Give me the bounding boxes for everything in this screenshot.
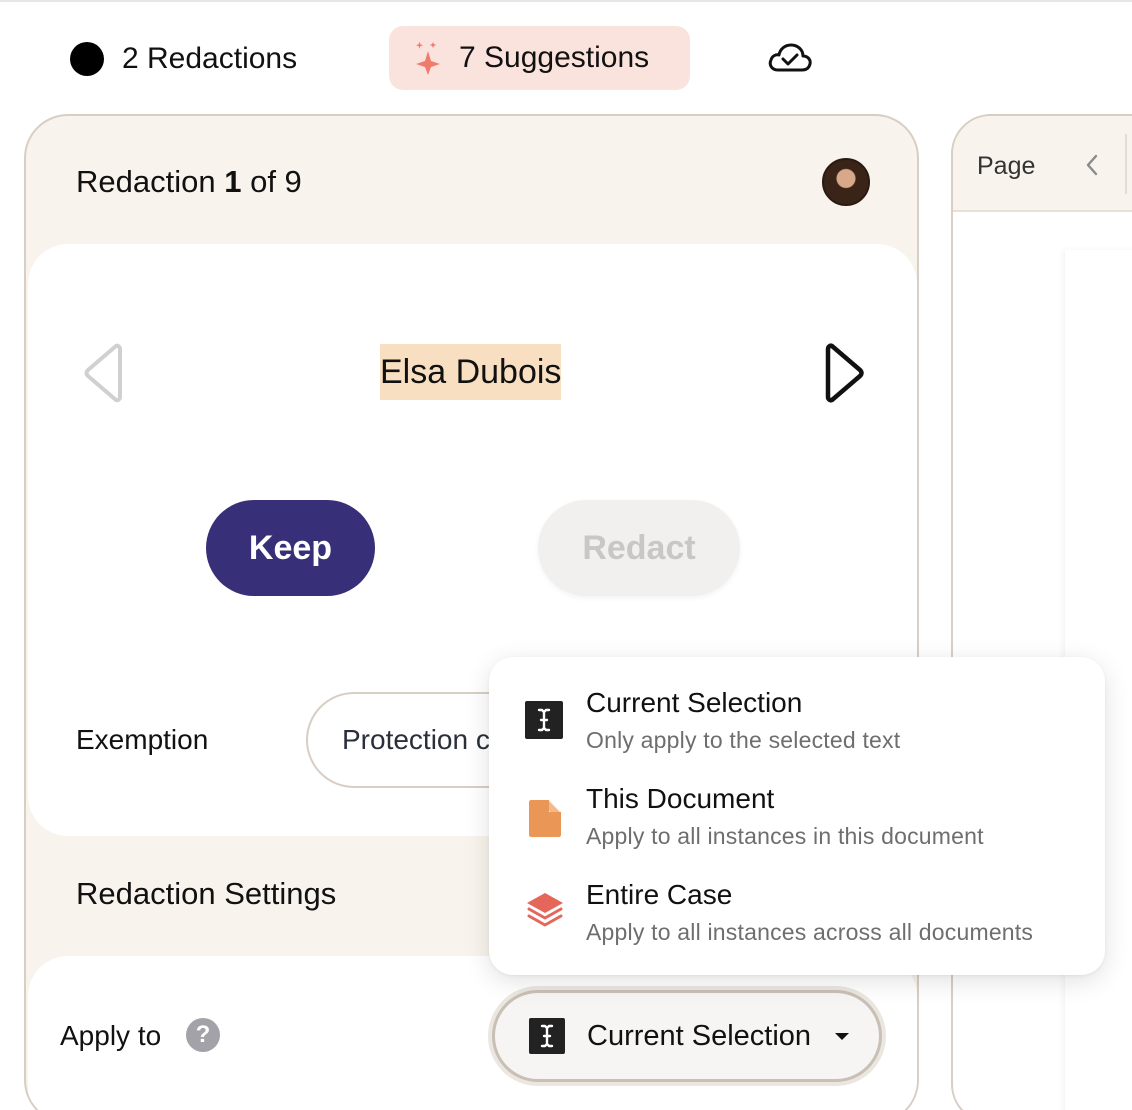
text-cursor-icon [529,1018,565,1054]
exemption-label: Exemption [76,724,209,755]
redaction-settings-title: Redaction Settings [76,876,337,911]
text-cursor-icon [525,701,565,741]
suggestions-button[interactable]: 7 Suggestions [389,26,690,90]
keep-button[interactable]: Keep [206,500,375,596]
menu-item-this-document[interactable]: This Document Apply to all instances in … [489,753,1105,849]
apply-to-value: Current Selection [587,1019,812,1052]
redaction-title: Redaction 1 of 9 [76,164,302,199]
menu-item-title: Current Selection [586,687,803,718]
apply-to-label: Apply to [60,1020,162,1051]
menu-item-title: This Document [586,783,775,814]
cloud-saved-icon[interactable] [766,38,814,78]
chevron-down-icon [835,1032,850,1040]
avatar[interactable] [822,158,870,206]
sparkle-icon [416,41,440,75]
redactions-counter[interactable]: 2 Redactions [70,40,297,78]
header-divider [1125,134,1127,194]
menu-item-title: Entire Case [586,879,733,910]
redact-button[interactable]: Redact [538,500,740,596]
settings-card: Apply to ? Current Selection [28,956,917,1110]
help-icon[interactable]: ? [186,1018,220,1052]
apply-to-dropdown-menu: Current Selection Only apply to the sele… [489,657,1105,975]
layers-icon [527,893,563,927]
redacted-entity-text[interactable]: Elsa Dubois [380,344,562,400]
chevron-left-icon[interactable] [1083,152,1101,178]
apply-to-select[interactable]: Current Selection [492,990,882,1082]
menu-item-entire-case[interactable]: Entire Case Apply to all instances acros… [489,849,1105,945]
page-label: Page [977,152,1036,180]
menu-item-description: Apply to all instances in this document [586,823,984,849]
previous-redaction-icon[interactable] [80,342,124,404]
menu-item-current-selection[interactable]: Current Selection Only apply to the sele… [489,657,1105,753]
redaction-current-index: 1 [224,164,242,199]
next-redaction-icon[interactable] [824,342,868,404]
redaction-dot-icon [70,42,104,76]
suggestions-label: 7 Suggestions [459,41,650,74]
menu-item-description: Only apply to the selected text [586,727,901,753]
top-divider [0,0,1132,2]
document-icon [529,800,561,837]
menu-item-description: Apply to all instances across all docume… [586,919,1034,945]
preview-header: Page [953,116,1132,212]
redactions-label: 2 Redactions [122,42,298,75]
